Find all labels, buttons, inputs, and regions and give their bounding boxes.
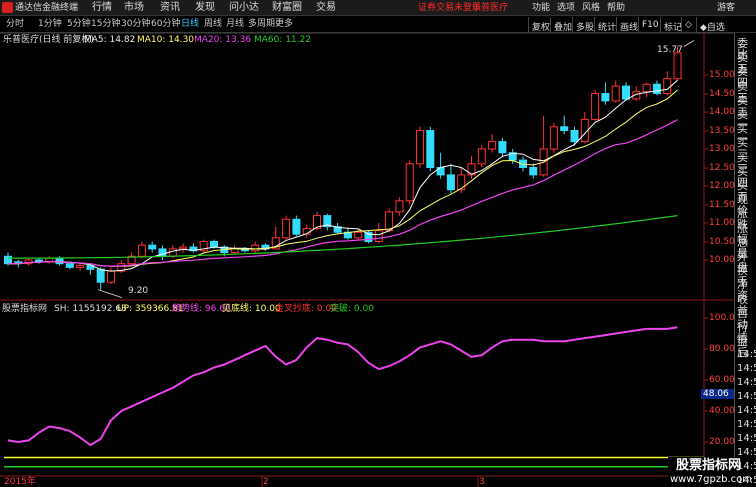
price-tick: 11.00 <box>709 218 735 228</box>
indicator-tick: 100.0 <box>709 313 735 323</box>
price-tick: 13.50 <box>709 126 735 136</box>
side-panel-time: 14:50 <box>737 349 756 360</box>
candle-body <box>549 126 558 150</box>
candle-body <box>498 141 507 154</box>
candle-body <box>137 244 146 257</box>
ma60-line <box>8 215 678 259</box>
high-price-label: 15.77 <box>657 45 683 55</box>
indicator-gold: 金叉抄底: 0.00 <box>275 304 337 314</box>
price-tick: 14.00 <box>709 107 735 117</box>
candle-body <box>4 255 12 265</box>
candle-body <box>611 85 620 102</box>
side-panel-time: 14:50 <box>737 377 756 388</box>
candle-body <box>601 93 610 102</box>
watermark-title: 股票指标网 <box>676 458 742 473</box>
indicator-lines <box>4 326 704 468</box>
candle-body <box>652 83 661 94</box>
date-label: 3 <box>479 477 485 487</box>
candle-body <box>76 265 85 268</box>
side-panel-time: 14:56 <box>737 475 756 486</box>
candle-body <box>354 231 363 239</box>
side-panel-time: 14:56 <box>737 447 756 458</box>
indicator-tick: 60.00 <box>709 375 735 385</box>
candle-body <box>292 218 301 235</box>
indicator-tick: 80.00 <box>709 344 735 354</box>
kline-chart[interactable] <box>0 0 756 487</box>
indicator-tick: 40.00 <box>709 406 735 416</box>
candle-body <box>416 130 424 165</box>
candlestick-series <box>4 40 695 298</box>
indicator-name[interactable]: 股票指标网 <box>2 305 47 314</box>
candle-body <box>251 244 260 252</box>
ma5-line <box>8 79 678 272</box>
side-panel-time: 14:50 <box>737 391 756 402</box>
date-label: 2015年 <box>4 477 36 487</box>
price-tick: 10.50 <box>709 237 735 247</box>
side-panel-time: 14:50 <box>737 405 756 416</box>
candle-body <box>529 167 538 176</box>
indicator-bottom: 见底线: 10.00 <box>222 304 281 314</box>
indicator-breakout: 突破: 0.00 <box>330 304 374 314</box>
candle-body <box>374 229 383 242</box>
side-panel-time: 14:50 <box>737 363 756 374</box>
side-panel-time: 14:56 <box>737 461 756 472</box>
date-label: 2 <box>263 477 269 487</box>
candle-body <box>570 130 579 143</box>
ma10-line <box>8 89 678 267</box>
low-marker <box>97 289 123 298</box>
high-marker <box>683 40 695 47</box>
candle-body <box>436 167 445 176</box>
candle-body <box>385 211 394 231</box>
candle-body <box>168 248 177 257</box>
indicator-sh: SH: 1155192.63 <box>54 304 127 314</box>
candle-body <box>642 83 651 93</box>
candle-body <box>446 174 455 191</box>
candle-body <box>488 141 497 150</box>
candle-body <box>107 270 115 283</box>
price-tick: 15.00 <box>709 70 735 80</box>
moving-average-lines <box>8 79 678 272</box>
side-panel-time: 14:50 <box>737 419 756 430</box>
candle-body <box>55 257 64 265</box>
candle-body <box>65 263 74 268</box>
candle-body <box>179 246 188 250</box>
price-tick: 13.00 <box>709 144 735 154</box>
low-price-label: 9.20 <box>128 286 149 296</box>
candle-body <box>148 244 157 250</box>
candle-body <box>426 130 435 168</box>
candle-body <box>210 241 218 248</box>
indicator-tick: 20.00 <box>709 437 735 447</box>
candle-body <box>560 126 569 132</box>
indicator-current-value: 48.06 <box>701 389 734 399</box>
candle-body <box>405 163 414 202</box>
candle-body <box>395 200 404 213</box>
candle-body <box>230 248 239 254</box>
side-panel-time: 14:50 <box>737 433 756 444</box>
price-tick: 12.00 <box>709 181 735 191</box>
candle-body <box>591 93 600 120</box>
price-tick: 11.50 <box>709 200 735 210</box>
candle-body <box>673 52 682 80</box>
candle-body <box>457 174 466 191</box>
price-tick: 10.00 <box>709 255 735 265</box>
candle-body <box>96 268 105 283</box>
candle-body <box>622 85 630 100</box>
app-window: { "app": {"title": "通达信金融终端"}, "menu": [… <box>0 0 756 487</box>
candle-body <box>663 78 672 94</box>
trend-line <box>7 326 678 447</box>
candle-body <box>477 148 486 165</box>
candle-body <box>282 218 291 239</box>
price-tick: 12.50 <box>709 163 735 173</box>
price-tick: 14.50 <box>709 89 735 99</box>
